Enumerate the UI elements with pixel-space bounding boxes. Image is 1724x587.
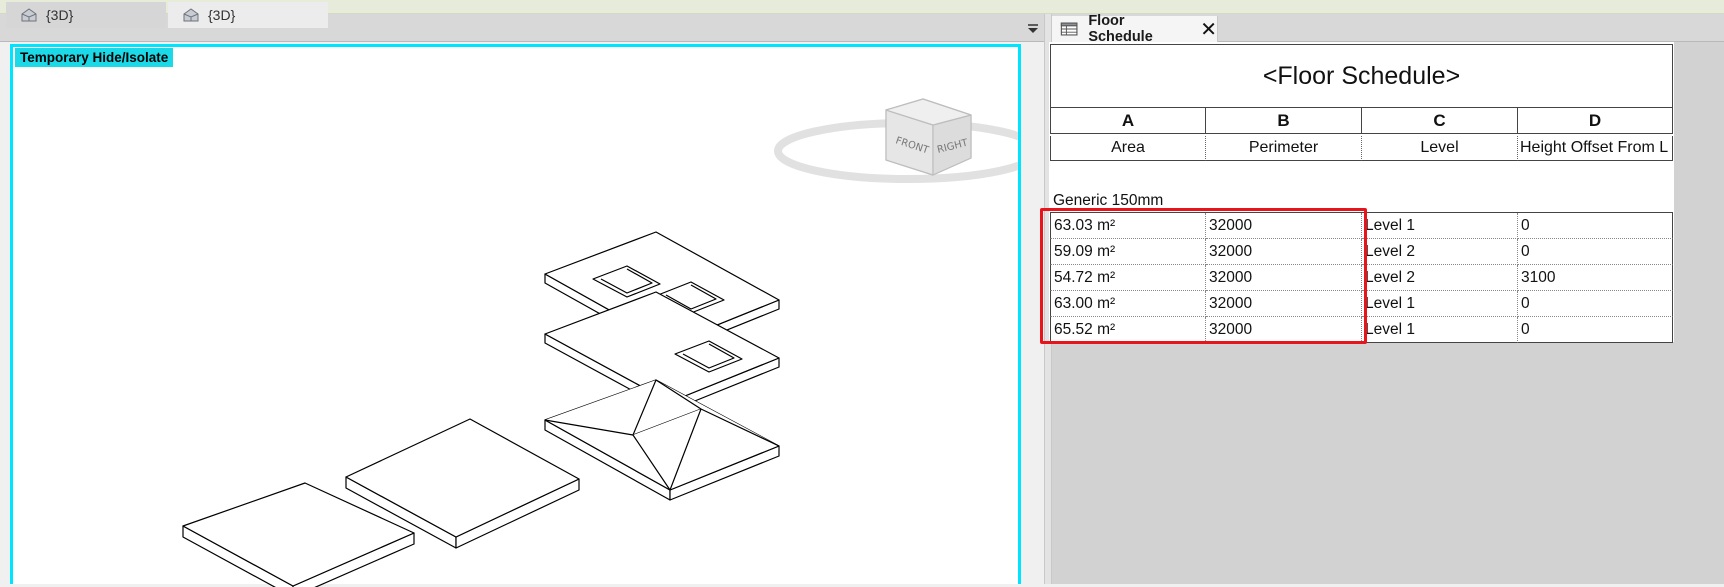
viewcube[interactable]: FRONT RIGHT: [774, 98, 1018, 183]
model-geometry: FRONT RIGHT: [182, 98, 1018, 587]
column-letter-a[interactable]: A: [1050, 108, 1206, 134]
column-letter-c[interactable]: C: [1362, 108, 1518, 134]
table-cell[interactable]: Level 1: [1362, 213, 1518, 239]
schedule-tab-label: Floor Schedule: [1088, 13, 1153, 45]
column-name-height-offset[interactable]: Height Offset From L: [1518, 136, 1673, 161]
column-name-area[interactable]: Area: [1050, 136, 1206, 161]
table-cell[interactable]: 32000: [1206, 317, 1362, 343]
table-cell[interactable]: Level 2: [1362, 265, 1518, 291]
tab-3d-view-1[interactable]: {3D}: [6, 2, 166, 28]
table-cell[interactable]: Level 1: [1362, 291, 1518, 317]
column-letter-d[interactable]: D: [1518, 108, 1673, 134]
tab-floor-schedule[interactable]: Floor Schedule ✕: [1052, 13, 1218, 45]
table-cell[interactable]: 65.52 m²: [1050, 317, 1206, 343]
3d-view-canvas[interactable]: FRONT RIGHT Temporary Hide/Isolate: [10, 44, 1021, 587]
table-cell[interactable]: 3100: [1518, 265, 1673, 291]
close-icon[interactable]: ✕: [1200, 19, 1217, 39]
floor-slab-sloped[interactable]: [544, 379, 780, 501]
table-cell[interactable]: 0: [1518, 213, 1673, 239]
tab-label: {3D}: [208, 7, 236, 23]
table-cell[interactable]: 32000: [1206, 265, 1362, 291]
column-name-perimeter[interactable]: Perimeter: [1206, 136, 1362, 161]
table-cell[interactable]: 63.03 m²: [1050, 213, 1206, 239]
table-cell[interactable]: 54.72 m²: [1050, 265, 1206, 291]
schedule-title[interactable]: <Floor Schedule>: [1050, 44, 1673, 108]
house-3d-icon: [21, 8, 37, 22]
column-name-level[interactable]: Level: [1362, 136, 1518, 161]
table-cell[interactable]: 32000: [1206, 239, 1362, 265]
table-cell[interactable]: 0: [1518, 239, 1673, 265]
table-cell[interactable]: Level 1: [1362, 317, 1518, 343]
schedule-table-icon: [1060, 22, 1078, 36]
table-cell[interactable]: 32000: [1206, 213, 1362, 239]
tab-3d-view-2[interactable]: {3D}: [168, 2, 328, 28]
group-header-generic-150mm: Generic 150mm: [1053, 192, 1164, 209]
table-cell[interactable]: Level 2: [1362, 239, 1518, 265]
table-cell[interactable]: 32000: [1206, 291, 1362, 317]
table-cell[interactable]: 0: [1518, 291, 1673, 317]
house-3d-icon: [183, 8, 199, 22]
tab-list-dropdown-icon[interactable]: [1026, 22, 1040, 36]
table-cell[interactable]: 59.09 m²: [1050, 239, 1206, 265]
table-cell[interactable]: 0: [1518, 317, 1673, 343]
table-cell[interactable]: 63.00 m²: [1050, 291, 1206, 317]
column-letter-b[interactable]: B: [1206, 108, 1362, 134]
temporary-hide-isolate-label: Temporary Hide/Isolate: [15, 48, 174, 67]
tab-label: {3D}: [46, 7, 74, 23]
